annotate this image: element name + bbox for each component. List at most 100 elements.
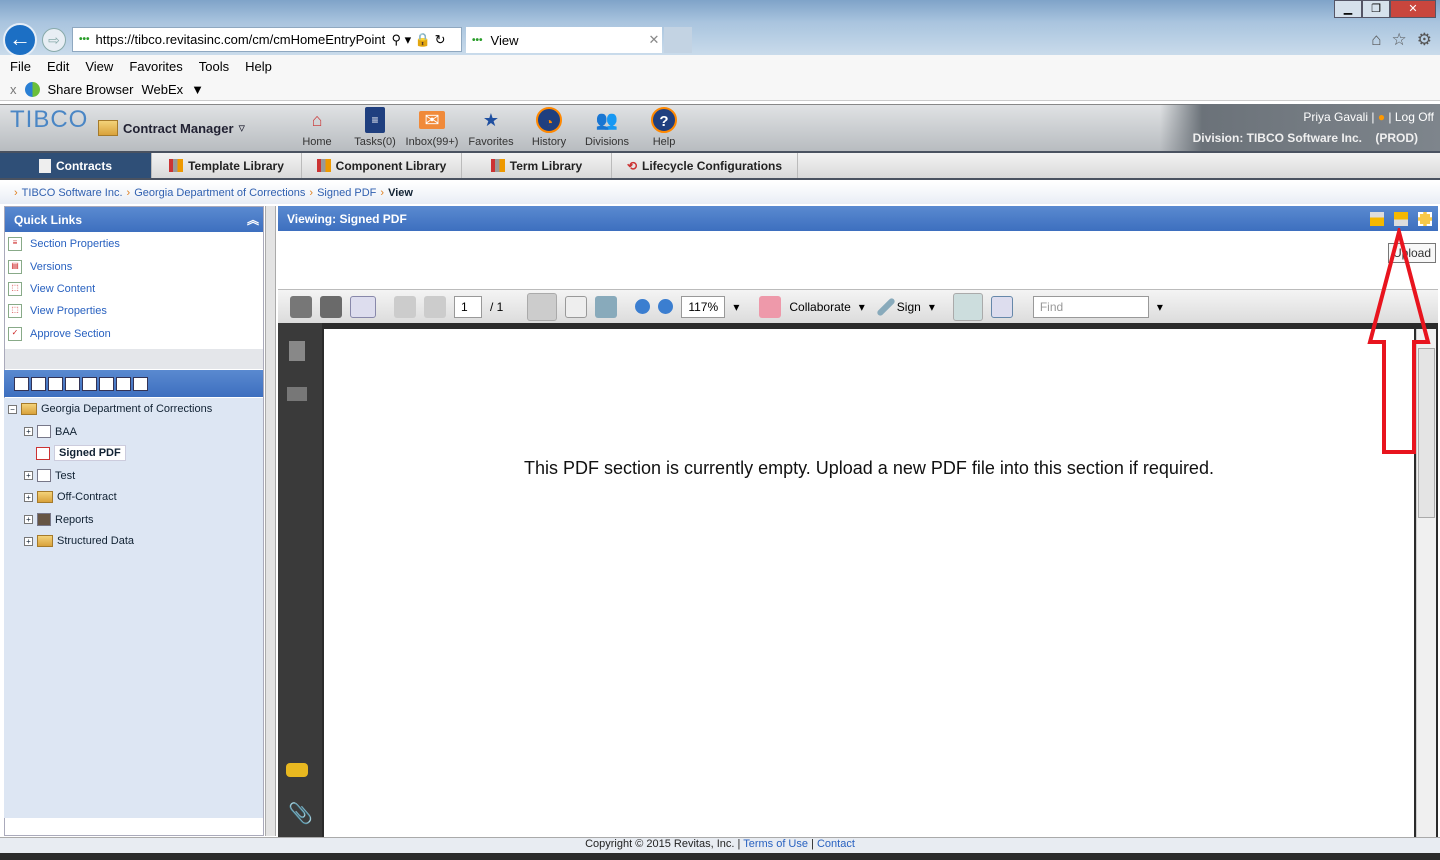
expand-icon[interactable]: + [24, 536, 33, 546]
select-tool-icon[interactable] [527, 292, 558, 321]
attachment-icon[interactable]: 📎 [288, 801, 313, 826]
close-window-button[interactable]: ✕ [1390, 0, 1436, 18]
zoom-in-icon[interactable] [658, 299, 674, 314]
expand-icon[interactable]: + [24, 492, 33, 502]
nav-help[interactable]: ? Help [634, 107, 694, 148]
zoom-dropdown-icon[interactable]: ▾ [733, 300, 739, 314]
delete-icon[interactable] [116, 376, 131, 391]
email-icon[interactable] [350, 295, 376, 318]
breadcrumb-item[interactable]: TIBCO Software Inc. [22, 187, 123, 199]
expand-icon[interactable]: + [24, 471, 33, 480]
tree-node-signed-pdf[interactable]: Signed PDF [36, 445, 126, 461]
menu-tools[interactable]: Tools [199, 59, 229, 74]
marquee-zoom-icon[interactable] [595, 295, 618, 318]
binoculars-icon[interactable] [287, 387, 307, 401]
tree-node-structured-data[interactable]: + Structured Data [24, 535, 134, 547]
page-up-icon[interactable] [394, 295, 416, 318]
share-browser-link[interactable]: Share Browser [48, 82, 134, 97]
tree-node-test[interactable]: + Test [24, 469, 75, 482]
nav-home[interactable]: ⌂ Home [287, 107, 347, 148]
collapse-icon[interactable]: − [8, 404, 17, 414]
address-bar[interactable]: ••• https://tibco.revitasinc.com/cm/cmHom… [72, 27, 462, 52]
logoff-link[interactable]: Log Off [1395, 110, 1434, 124]
menu-edit[interactable]: Edit [47, 59, 69, 74]
browser-tab[interactable]: ••• View ✕ [466, 27, 662, 53]
fit-width-icon[interactable] [952, 292, 983, 321]
tree-node-reports[interactable]: + Reports [24, 513, 94, 526]
maximize-button[interactable]: ❐ [1362, 0, 1390, 18]
tab-term-library[interactable]: Term Library [462, 153, 612, 178]
webex-link[interactable]: WebEx [141, 82, 183, 97]
expand-all-icon[interactable] [31, 376, 46, 391]
gear-icon[interactable]: ⚙ [1417, 30, 1432, 50]
nav-history[interactable]: ◔ History [519, 107, 579, 148]
expand-icon[interactable]: + [24, 515, 33, 524]
tree-node-baa[interactable]: + BAA [24, 425, 77, 438]
forward-button[interactable]: ⇨ [42, 28, 66, 52]
quick-link-versions[interactable]: ▤ Versions [5, 255, 263, 277]
find-dropdown-icon[interactable]: ▾ [1157, 300, 1163, 314]
comments-icon[interactable] [286, 763, 308, 777]
menu-file[interactable]: File [10, 59, 31, 74]
page-number-input[interactable]: 1 [454, 295, 482, 318]
nav-favorites[interactable]: ★ Favorites [461, 107, 521, 148]
close-bar-icon[interactable]: x [10, 82, 17, 97]
zoom-out-icon[interactable] [635, 299, 651, 314]
tab-lifecycle-configurations[interactable]: ⟲ Lifecycle Configurations [612, 153, 798, 178]
collaborate-button[interactable]: Collaborate [789, 300, 850, 314]
tab-component-library[interactable]: Component Library [302, 153, 462, 178]
upload-icon[interactable] [1394, 212, 1408, 226]
panel-splitter[interactable] [265, 206, 276, 836]
quick-link-section-properties[interactable]: ≡ Section Properties [5, 233, 263, 255]
module-selector[interactable]: Contract Manager ▿ [98, 120, 245, 136]
pdf-icon[interactable] [48, 376, 63, 391]
breadcrumb-item[interactable]: Georgia Department of Corrections [134, 187, 305, 199]
expand-icon[interactable]: + [24, 427, 33, 436]
fit-page-icon[interactable] [990, 295, 1013, 318]
fullscreen-icon[interactable] [1418, 212, 1432, 226]
dropdown-icon[interactable]: ▼ [191, 82, 204, 97]
zoom-input[interactable]: 117% [681, 295, 726, 318]
download-icon[interactable] [1370, 212, 1384, 226]
menu-help[interactable]: Help [245, 59, 272, 74]
collapse-all-icon[interactable] [14, 376, 29, 391]
pdf-icon[interactable] [65, 376, 80, 391]
menu-favorites[interactable]: Favorites [129, 59, 182, 74]
favorites-star-icon[interactable]: ☆ [1392, 30, 1407, 50]
sign-button[interactable]: Sign [897, 300, 921, 314]
save-icon[interactable] [320, 295, 342, 318]
quick-link-view-properties[interactable]: ⬚ View Properties [5, 300, 263, 322]
new-tab-button[interactable] [664, 27, 692, 53]
back-button[interactable]: ← [3, 23, 37, 57]
print-icon[interactable] [290, 295, 312, 318]
minimize-button[interactable]: ▁ [1334, 0, 1362, 18]
pages-icon[interactable] [289, 341, 305, 361]
hand-tool-icon[interactable] [565, 295, 588, 318]
search-icon[interactable]: ⚲ ▾ 🔒 ↻ [392, 32, 446, 48]
terms-link[interactable]: Terms of Use [743, 838, 808, 850]
pdf-icon[interactable] [82, 376, 97, 391]
collapse-icon[interactable]: ︽ [247, 211, 259, 228]
contact-link[interactable]: Contact [817, 838, 855, 850]
find-input[interactable]: Find [1032, 295, 1149, 318]
browser-icons: ⌂ ☆ ⚙ [1371, 30, 1432, 50]
tab-contracts[interactable]: Contracts [0, 153, 152, 178]
close-tab-icon[interactable]: ✕ [649, 32, 660, 48]
collaborate-icon[interactable] [759, 295, 782, 318]
quick-link-view-content[interactable]: ⬚ View Content [5, 278, 263, 300]
breadcrumb: › TIBCO Software Inc. › Georgia Department… [0, 182, 1440, 204]
menu-view[interactable]: View [85, 59, 113, 74]
tab-template-library[interactable]: Template Library [152, 153, 302, 178]
nav-inbox[interactable]: ✉ Inbox(99+) [402, 107, 462, 148]
quick-link-approve-section[interactable]: ✓ Approve Section [5, 323, 263, 345]
home-icon[interactable]: ⌂ [1371, 30, 1381, 50]
nav-divisions[interactable]: 👥 Divisions [577, 107, 637, 148]
sign-pen-icon[interactable] [875, 296, 896, 317]
edit-icon[interactable] [99, 376, 114, 391]
nav-tasks[interactable]: ≡ Tasks(0) [345, 107, 405, 148]
tree-node-root[interactable]: − Georgia Department of Corrections [8, 403, 212, 415]
page-down-icon[interactable] [424, 295, 446, 318]
breadcrumb-item[interactable]: Signed PDF [317, 187, 376, 199]
tree-node-off-contract[interactable]: + Off-Contract [24, 491, 117, 503]
list-icon[interactable] [133, 376, 148, 391]
